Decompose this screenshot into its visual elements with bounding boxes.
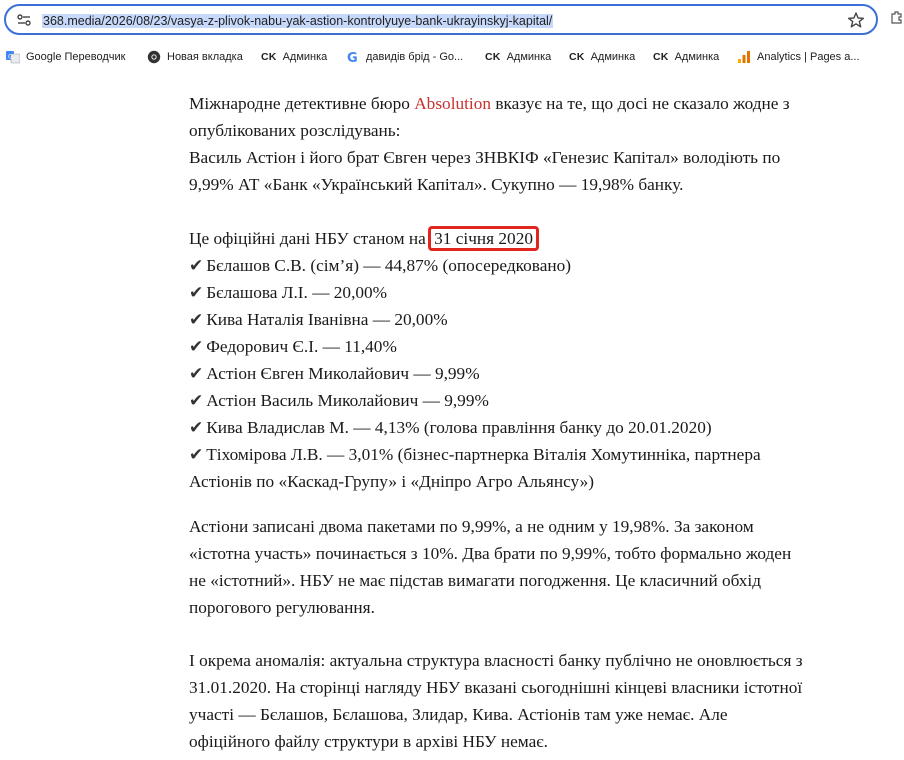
list-item: ✔ Астіон Василь Миколайович — 9,99% [189,387,879,414]
address-bar[interactable]: 368.media/2026/08/23/vasya-z-plivok-nabu… [4,4,878,35]
checkmark-icon: ✔ [189,283,204,302]
svg-text:G: G [8,54,13,61]
paragraph-anomaly: І окрема аномалія: актуальна структура в… [189,647,879,755]
checkmark-icon: ✔ [189,310,204,329]
ck-badge: CK [569,51,585,63]
list-item-text: Бєлашова Л.І. — 20,00% [206,283,388,302]
bookmark-admin-2[interactable]: CK Админка [485,48,551,66]
list-item: ✔ Тіхомірова Л.В. — 3,01% (бізнес-партнер… [189,441,879,468]
checkmark-icon: ✔ [189,364,204,383]
text-segment: вказує на те, що досі не сказало жодне з [491,94,790,113]
text-segment: Це офіційні дані НБУ станом на [189,229,431,248]
url-text[interactable]: 368.media/2026/08/23/vasya-z-plivok-nabu… [42,14,554,28]
list-item: ✔ Федорович Є.І. — 11,40% [189,333,879,360]
checkmark-icon: ✔ [189,337,204,356]
bookmark-label: Админка [674,51,720,63]
text-line: Це офіційні дані НБУ станом на 31 січня … [189,225,879,252]
bookmark-admin-1[interactable]: CK Админка [261,48,327,66]
list-item-text: Федорович Є.І. — 11,40% [206,337,397,356]
checkmark-icon: ✔ [189,445,204,464]
text-line: Міжнародне детективне бюро Absolution вк… [189,90,879,117]
text-line: опублікованих розслідувань: [189,121,401,140]
bookmark-label: Analytics | Pages a... [757,51,860,63]
checkmark-icon: ✔ [189,256,204,275]
site-info-icon[interactable] [15,11,33,29]
bookmark-label: Админка [282,51,328,63]
text-line: «істотна участь» починається з 10%. Два … [189,544,792,563]
bookmark-admin-4[interactable]: CK Админка [653,48,719,66]
ck-badge: CK [261,51,277,63]
text-line: не «істотний». НБУ не має підстав вимага… [189,571,762,590]
list-item-text: Астіон Євген Миколайович — 9,99% [206,364,480,383]
list-item: ✔ Бєлашов С.В. (сім’я) — 44,87% (опосеред… [189,252,879,279]
highlighted-date: 31 січня 2020 [428,226,539,251]
list-item-continuation: Астіонів по «Каскад-Групу» і «Дніпро Агр… [189,472,595,491]
list-item-text: Тіхомірова Л.В. — 3,01% (бізнес-партнерк… [206,445,761,464]
bookmark-new-tab[interactable]: Новая вкладка [147,48,243,66]
ck-badge: CK [485,51,501,63]
list-item: ✔ Астіон Євген Миколайович — 9,99% [189,360,879,387]
list-item: ✔ Кива Владислав М. — 4,13% (голова правл… [189,414,879,441]
paragraph-analysis: Астіони записані двома пакетами по 9,99%… [189,513,879,621]
svg-text:G: G [347,51,358,64]
bookmark-google-translate[interactable]: G Google Переводчик [6,48,126,66]
paragraph-shareholders: Це офіційні дані НБУ станом на 31 січня … [189,225,879,495]
bookmark-label: Google Переводчик [26,51,126,63]
checkmark-icon: ✔ [189,391,204,410]
extension-icon[interactable] [890,10,904,24]
bookmark-google-search[interactable]: G давидів брід - Go... [346,48,463,66]
list-item-text: Астіон Василь Миколайович — 9,99% [206,391,489,410]
text-line: офіційного файлу структури в архіві НБУ … [189,732,548,751]
list-item-text: Кива Наталія Іванівна — 20,00% [206,310,448,329]
bookmark-analytics[interactable]: Analytics | Pages a... [737,48,860,66]
list-item: ✔ Бєлашова Л.І. — 20,00% [189,279,879,306]
bookmark-label: Админка [506,51,552,63]
list-item: ✔ Кива Наталія Іванівна — 20,00% [189,306,879,333]
bookmarks-bar: G Google Переводчик Новая вкладка CK Адм… [0,46,904,68]
bookmark-admin-3[interactable]: CK Админка [569,48,635,66]
text-line: участі — Бєлашов, Бєлашова, Злидар, Кива… [189,705,728,724]
ck-badge: CK [653,51,669,63]
paragraph-intro: Міжнародне детективне бюро Absolution вк… [189,90,879,198]
text-segment: Міжнародне детективне бюро [189,94,415,113]
text-line: Василь Астіон і його брат Євген через ЗН… [189,148,781,167]
text-line: Астіони записані двома пакетами по 9,99%… [189,517,754,536]
bookmark-label: Админка [590,51,636,63]
bookmark-label: Новая вкладка [167,51,243,63]
bookmark-label: давидів брід - Go... [366,51,464,63]
analytics-icon [737,50,751,64]
chrome-icon [147,50,161,64]
bookmark-star-icon[interactable] [846,10,866,30]
text-line: 9,99% АТ «Банк «Український Капітал». Су… [189,175,684,194]
text-line: порогового регулювання. [189,598,375,617]
browser-toolbar: 368.media/2026/08/23/vasya-z-plivok-nabu… [0,0,904,74]
text-line: І окрема аномалія: актуальна структура в… [189,651,803,670]
list-item-text: Бєлашов С.В. (сім’я) — 44,87% (опосередк… [206,256,572,275]
text-line: 31.01.2020. На сторінці нагляду НБУ вказ… [189,678,803,697]
google-translate-icon: G [6,50,20,64]
absolution-link[interactable]: Absolution [414,94,491,113]
google-g-icon: G [346,50,360,64]
list-item-text: Кива Владислав М. — 4,13% (голова правлі… [206,418,712,437]
checkmark-icon: ✔ [189,418,204,437]
